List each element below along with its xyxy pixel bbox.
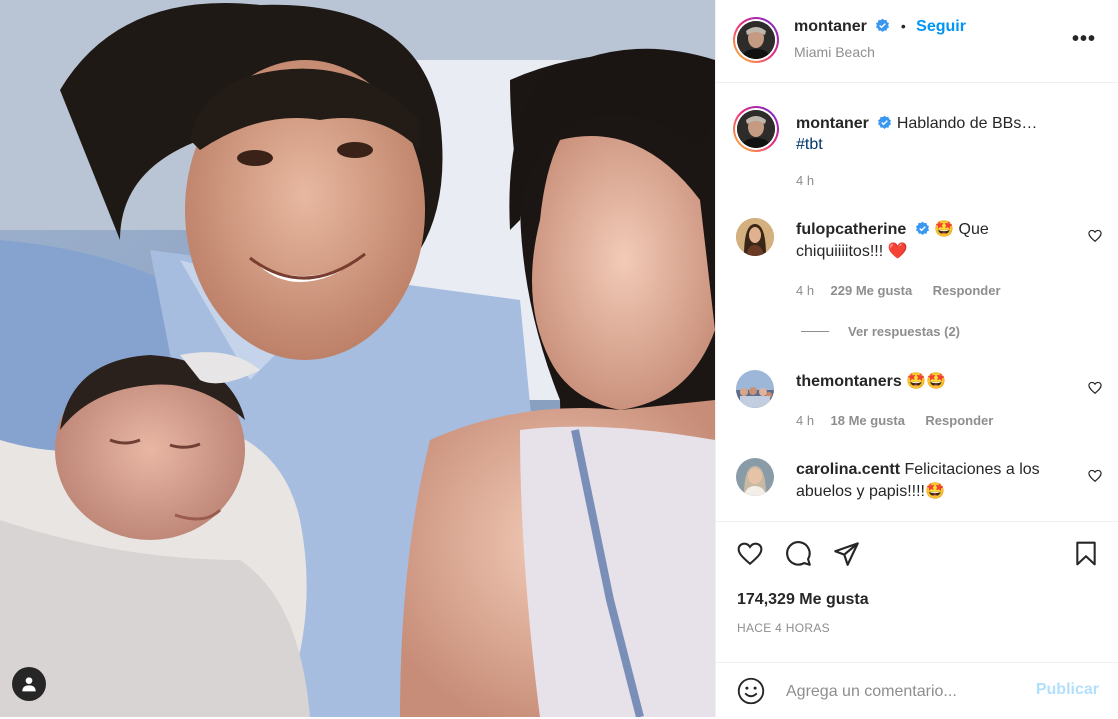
likes-count[interactable]: 174,329 Me gusta (737, 591, 869, 609)
comment-avatar[interactable] (736, 458, 774, 496)
publish-button[interactable]: Publicar (1036, 681, 1099, 699)
comment-username[interactable]: fulopcatherine (796, 221, 906, 238)
comment-input[interactable] (784, 677, 1028, 707)
comment-meta: 4 h 229 Me gusta Responder (796, 282, 1001, 300)
share-icon[interactable] (833, 540, 860, 567)
caption-avatar[interactable] (733, 106, 779, 152)
post-actions: 174,329 Me gusta HACE 4 HORAS Publicar (716, 521, 1118, 718)
comment-avatar[interactable] (736, 370, 774, 408)
caption-time[interactable]: 4 h (796, 173, 814, 188)
caption-text: Hablando de BBs… (896, 115, 1038, 132)
commenter-avatar-image (736, 458, 774, 496)
comment: carolina.centt Felicitaciones a los abue… (796, 459, 1086, 503)
comment-text: Felicitaciones a los (904, 461, 1040, 478)
comment-like-heart-icon[interactable] (1088, 229, 1102, 243)
comment-meta: 4 h 18 Me gusta Responder (796, 412, 993, 430)
reply-button[interactable]: Responder (933, 283, 1001, 298)
verified-badge-icon (915, 221, 929, 235)
author-avatar[interactable] (733, 17, 779, 63)
verified-badge-icon (876, 18, 890, 32)
user-tag-button[interactable] (12, 667, 46, 701)
comment-time[interactable]: 4 h (796, 283, 814, 298)
post-header: montaner • Seguir Miami Beach ••• (716, 0, 1118, 83)
post-time[interactable]: HACE 4 HORAS (737, 621, 830, 635)
comment-time[interactable]: 4 h (796, 413, 814, 428)
replies-divider (801, 331, 829, 332)
comment-text: 🤩 Que (934, 221, 989, 238)
comment-like-heart-icon[interactable] (1088, 469, 1102, 483)
comment-avatar[interactable] (736, 218, 774, 256)
post-photo[interactable] (0, 0, 715, 717)
family-photo-illustration (0, 0, 715, 717)
comment-likes[interactable]: 229 Me gusta (831, 283, 913, 298)
reply-button[interactable]: Responder (925, 413, 993, 428)
comment: themontaners 🤩🤩 (796, 371, 946, 393)
comment-username[interactable]: themontaners (796, 373, 902, 390)
comment-text-continued: abuelos y papis!!!!🤩 (796, 483, 945, 500)
caption: montaner Hablando de BBs… #tbt (796, 113, 1096, 155)
comment-icon[interactable] (785, 540, 812, 567)
user-tag-icon (22, 677, 36, 692)
author-avatar-image (737, 21, 775, 59)
comment-username[interactable]: carolina.centt (796, 461, 900, 478)
caption-username[interactable]: montaner (796, 115, 869, 132)
verified-badge-icon (878, 115, 892, 129)
author-username[interactable]: montaner (794, 18, 867, 35)
emoji-icon[interactable] (737, 677, 765, 705)
commenter-avatar-image (736, 218, 774, 256)
view-replies-button[interactable]: Ver respuestas (2) (848, 324, 960, 339)
comment: fulopcatherine 🤩 Que chiquiiiitos!!! ❤️ (796, 219, 1076, 263)
follow-button[interactable]: Seguir (916, 18, 966, 35)
comment-like-heart-icon[interactable] (1088, 381, 1102, 395)
caption-avatar-image (737, 110, 775, 148)
comment-likes[interactable]: 18 Me gusta (831, 413, 905, 428)
post-location[interactable]: Miami Beach (794, 44, 875, 60)
more-options-icon[interactable]: ••• (1072, 28, 1096, 51)
bookmark-icon[interactable] (1073, 540, 1099, 567)
post-side-panel: montaner • Seguir Miami Beach ••• montan… (715, 0, 1118, 717)
commenter-avatar-image (736, 370, 774, 408)
comment-text-continued: chiquiiiitos!!! ❤️ (796, 243, 908, 260)
heart-icon[interactable] (736, 541, 764, 567)
comment-text: 🤩🤩 (906, 373, 947, 390)
add-comment-bar: Publicar (716, 662, 1118, 719)
separator-dot: • (900, 18, 906, 34)
caption-hashtag[interactable]: #tbt (796, 136, 823, 153)
